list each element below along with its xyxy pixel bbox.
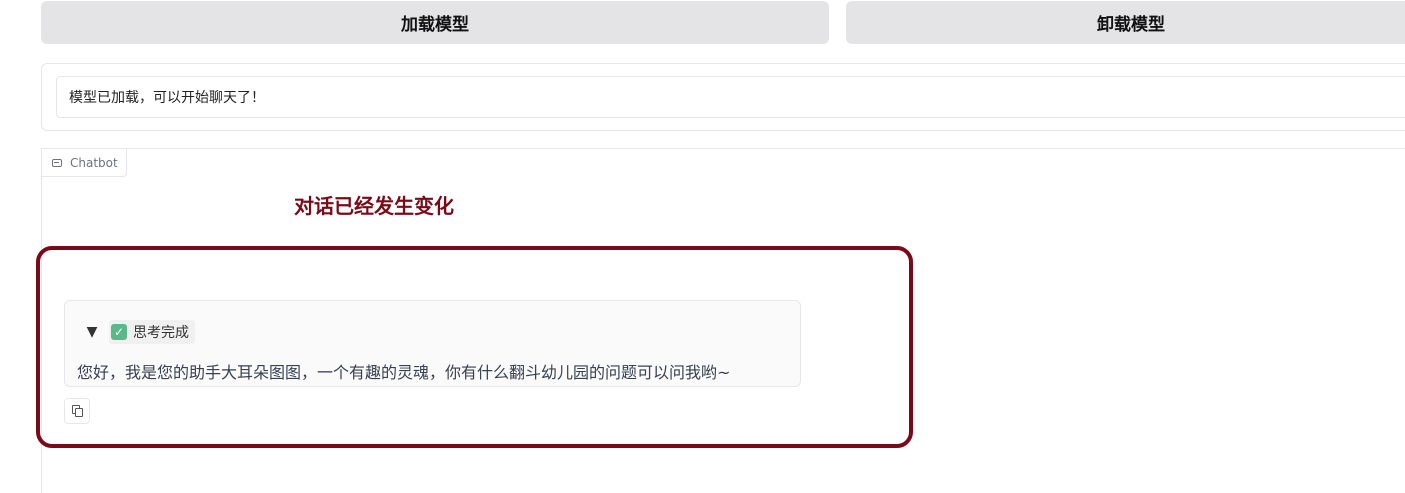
- load-model-button[interactable]: 加载模型: [41, 1, 829, 44]
- chatbot-label: Chatbot: [42, 149, 127, 177]
- status-textbox[interactable]: 模型已加载，可以开始聊天了！: [56, 76, 1405, 118]
- copy-button[interactable]: [64, 398, 90, 424]
- thinking-status: ✓ 思考完成: [109, 320, 195, 344]
- thinking-toggle[interactable]: ▼ ✓ 思考完成: [85, 320, 195, 344]
- check-icon: ✓: [111, 324, 127, 340]
- status-panel: 模型已加载，可以开始聊天了！: [41, 63, 1405, 131]
- chatbot-label-text: Chatbot: [70, 155, 118, 170]
- thinking-status-label: 思考完成: [133, 325, 189, 341]
- unload-model-button[interactable]: 卸载模型: [846, 1, 1405, 44]
- annotation-text: 对话已经发生变化: [294, 194, 454, 218]
- message-text: 您好，我是您的助手大耳朵图图，一个有趣的灵魂，你有什么翻斗幼儿园的问题可以问我哟…: [77, 363, 731, 382]
- bot-message: ▼ ✓ 思考完成 您好，我是您的助手大耳朵图图，一个有趣的灵魂，你有什么翻斗幼儿…: [64, 300, 801, 387]
- copy-icon: [72, 405, 84, 418]
- chat-bubble-icon: [52, 158, 62, 167]
- triangle-down-icon[interactable]: ▼: [85, 324, 99, 340]
